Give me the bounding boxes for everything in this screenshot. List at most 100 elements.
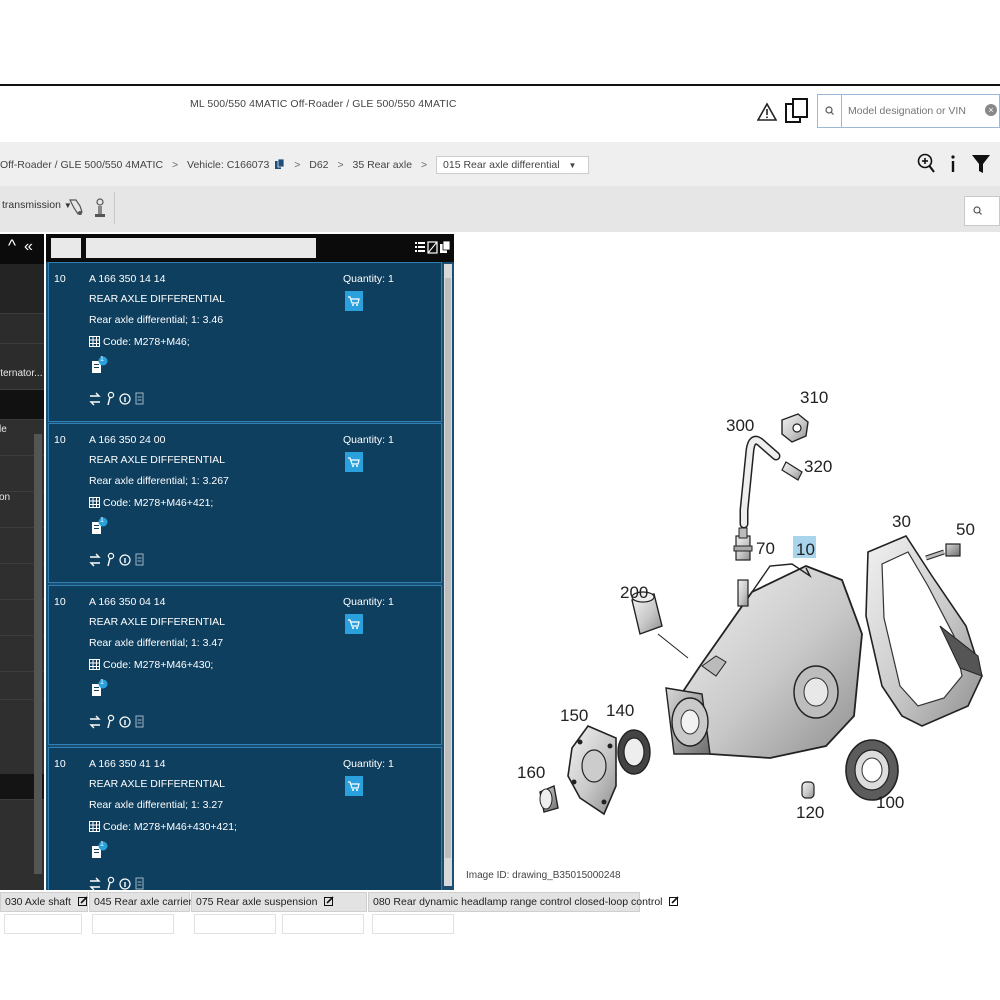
callout-30[interactable]: 30 <box>892 512 911 531</box>
info-icon[interactable] <box>946 152 960 176</box>
nav-item[interactable] <box>0 314 44 344</box>
nav-item[interactable] <box>0 264 44 314</box>
callout-300[interactable]: 300 <box>726 416 754 435</box>
callout-120[interactable]: 120 <box>796 803 824 822</box>
part-actions[interactable] <box>89 391 159 407</box>
warning-icon[interactable] <box>757 102 777 122</box>
view-mode-icons[interactable] <box>414 239 452 257</box>
code-table-icon <box>89 336 100 347</box>
part-number[interactable]: A 166 350 04 14 <box>89 596 166 608</box>
vin-search-box[interactable]: × <box>817 94 1000 128</box>
document-badge-icon[interactable]: 1 <box>91 517 109 537</box>
breadcrumb-rear-axle[interactable]: 35 Rear axle <box>353 159 413 171</box>
info-circle-icon <box>119 393 131 405</box>
breadcrumb-model[interactable]: Off-Roader / GLE 500/550 4MATIC <box>0 159 163 171</box>
callout-50[interactable]: 50 <box>956 520 975 539</box>
breadcrumb-separator: > <box>420 159 428 171</box>
swap-icon <box>89 877 101 890</box>
nav-item[interactable]: lternator... <box>0 344 44 390</box>
tab-axle-shaft[interactable]: 030 Axle shaft <box>0 892 88 912</box>
edit-icon[interactable] <box>669 896 679 906</box>
add-to-cart-button[interactable] <box>345 291 363 311</box>
group-thumbnail[interactable] <box>92 914 174 934</box>
nav-item[interactable] <box>0 390 44 420</box>
callout-100[interactable]: 100 <box>876 793 904 812</box>
list-view-icon <box>415 242 425 252</box>
callout-140[interactable]: 140 <box>606 701 634 720</box>
part-description: Rear axle differential; 1: 3.46 <box>89 314 224 326</box>
part-name: REAR AXLE DIFFERENTIAL <box>89 616 225 628</box>
group-thumbnail[interactable] <box>4 914 82 934</box>
add-to-cart-button[interactable] <box>345 614 363 634</box>
subgroup-dropdown-label: 015 Rear axle differential <box>443 159 560 171</box>
part-number[interactable]: A 166 350 24 00 <box>89 434 166 446</box>
breadcrumb-vehicle[interactable]: Vehicle: C166073 <box>187 159 269 171</box>
toolbar-search-button[interactable] <box>964 196 1000 226</box>
copy-documents-icon[interactable] <box>784 97 810 127</box>
subgroup-dropdown[interactable]: 015 Rear axle differential ▼ <box>436 156 590 174</box>
add-to-cart-button[interactable] <box>345 776 363 796</box>
add-to-cart-button[interactable] <box>345 452 363 472</box>
callout-160[interactable]: 160 <box>517 763 545 782</box>
filter-icon[interactable] <box>970 152 992 176</box>
part-number[interactable]: A 166 350 14 14 <box>89 273 166 285</box>
group-thumbnail[interactable] <box>282 914 364 934</box>
part-310-clamp <box>781 413 809 443</box>
part-name: REAR AXLE DIFFERENTIAL <box>89 454 225 466</box>
parts-scrollbar-thumb[interactable] <box>445 278 451 858</box>
tab-rear-axle-carrier[interactable]: 045 Rear axle carrier <box>89 892 209 912</box>
edit-icon[interactable] <box>77 896 88 906</box>
vehicle-copy-icon[interactable] <box>274 158 285 170</box>
key-icon <box>107 714 115 729</box>
part-filter-field[interactable] <box>86 238 316 258</box>
group-thumbnail[interactable] <box>372 914 454 934</box>
nav-scrollbar[interactable] <box>34 434 42 874</box>
callout-320[interactable]: 320 <box>804 457 832 476</box>
nav-item-label: le <box>0 424 7 435</box>
group-thumbnail[interactable] <box>194 914 276 934</box>
clear-search-icon[interactable]: × <box>985 104 997 116</box>
tab-rear-axle-suspension[interactable]: 075 Rear axle suspension <box>191 892 367 912</box>
part-150-flange <box>567 725 617 816</box>
chevron-up-icon[interactable]: ^ <box>8 236 16 256</box>
search-icon[interactable] <box>818 95 842 127</box>
position-filter-field[interactable] <box>51 238 81 258</box>
part-actions[interactable] <box>89 876 159 890</box>
part-row[interactable]: 10 A 166 350 41 14 REAR AXLE DIFFERENTIA… <box>48 747 442 890</box>
document-badge-icon[interactable]: 1 <box>91 841 109 861</box>
document-badge-icon[interactable]: 1 <box>91 356 109 376</box>
transmission-dropdown[interactable]: transmission ▼ <box>2 199 72 211</box>
part-position: 10 <box>54 758 66 770</box>
tools-icons[interactable] <box>68 196 112 220</box>
part-number[interactable]: A 166 350 41 14 <box>89 758 166 770</box>
part-description: Rear axle differential; 1: 3.267 <box>89 475 229 487</box>
part-quantity: Quantity: 1 <box>343 434 394 446</box>
double-chevron-left-icon[interactable]: « <box>24 238 33 256</box>
exploded-parts-drawing[interactable]: 310 300 320 70 10 30 50 200 150 140 160 … <box>470 246 1000 886</box>
part-code: Code: M278+M46; <box>103 336 190 348</box>
part-row[interactable]: 10 A 166 350 04 14 REAR AXLE DIFFERENTIA… <box>48 585 442 745</box>
callout-70[interactable]: 70 <box>756 539 775 558</box>
wrench-icon <box>69 199 83 215</box>
breadcrumb-group-d62[interactable]: D62 <box>309 159 328 171</box>
callout-150[interactable]: 150 <box>560 706 588 725</box>
code-table-icon <box>89 821 100 832</box>
document-badge-icon[interactable]: 1 <box>91 679 109 699</box>
zoom-in-icon[interactable] <box>916 152 938 176</box>
related-groups-bar: 030 Axle shaft 045 Rear axle carrier 075… <box>0 892 1000 1000</box>
part-row[interactable]: 10 A 166 350 24 00 REAR AXLE DIFFERENTIA… <box>48 423 442 583</box>
vin-search-input[interactable] <box>848 103 988 119</box>
parts-list: 10 A 166 350 14 14 REAR AXLE DIFFERENTIA… <box>48 262 442 890</box>
tab-rear-dynamic-headlamp-range-control[interactable]: 080 Rear dynamic headlamp range control … <box>368 892 679 912</box>
document-icon <box>135 877 144 890</box>
callout-310[interactable]: 310 <box>800 388 828 407</box>
callout-200[interactable]: 200 <box>620 583 648 602</box>
parts-scrollbar[interactable] <box>444 264 452 886</box>
part-name: REAR AXLE DIFFERENTIAL <box>89 778 225 790</box>
part-row[interactable]: 10 A 166 350 14 14 REAR AXLE DIFFERENTIA… <box>48 262 442 422</box>
part-actions[interactable] <box>89 552 159 568</box>
edit-icon[interactable] <box>324 896 334 906</box>
part-actions[interactable] <box>89 714 159 730</box>
callout-10[interactable]: 10 <box>796 540 815 559</box>
code-table-icon <box>89 659 100 670</box>
